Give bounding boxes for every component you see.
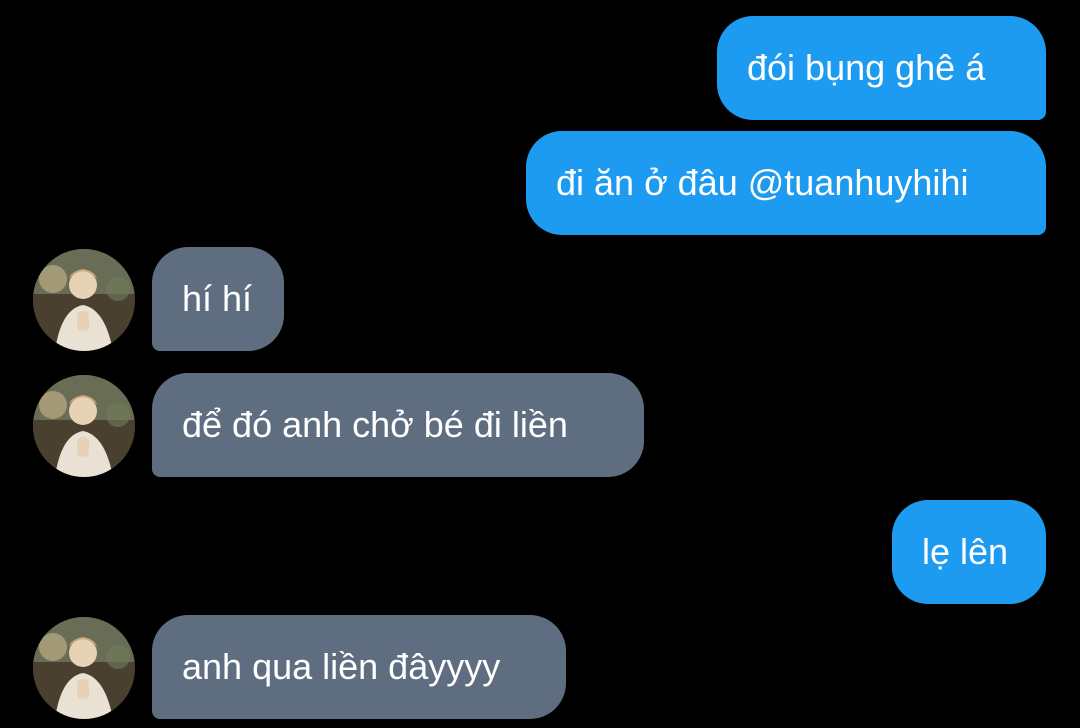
message-bubble-sent[interactable]: đi ăn ở đâu @tuanhuyhihi	[526, 131, 1046, 235]
message-text: lẹ lên	[922, 531, 1009, 572]
profile-photo-icon	[33, 249, 135, 351]
message-bubble-received[interactable]: hí hí	[152, 247, 284, 351]
message-bubble-received[interactable]: anh qua liền đâyyyy	[152, 615, 566, 719]
message-bubble-sent[interactable]: lẹ lên	[892, 500, 1046, 604]
message-text: đi ăn ở đâu @tuanhuyhihi	[556, 162, 969, 203]
chat-thread: đói bụng ghê á đi ăn ở đâu @tuanhuyhihi …	[0, 0, 1080, 728]
message-text: hí hí	[182, 278, 253, 319]
message-text: anh qua liền đâyyyy	[182, 646, 501, 687]
avatar[interactable]	[33, 617, 135, 719]
message-bubble-received[interactable]: để đó anh chở bé đi liền	[152, 373, 644, 477]
avatar[interactable]	[33, 375, 135, 477]
avatar[interactable]	[33, 249, 135, 351]
message-bubble-sent[interactable]: đói bụng ghê á	[717, 16, 1046, 120]
message-text: đói bụng ghê á	[747, 47, 986, 88]
message-text: để đó anh chở bé đi liền	[182, 404, 568, 445]
profile-photo-icon	[33, 617, 135, 719]
profile-photo-icon	[33, 375, 135, 477]
